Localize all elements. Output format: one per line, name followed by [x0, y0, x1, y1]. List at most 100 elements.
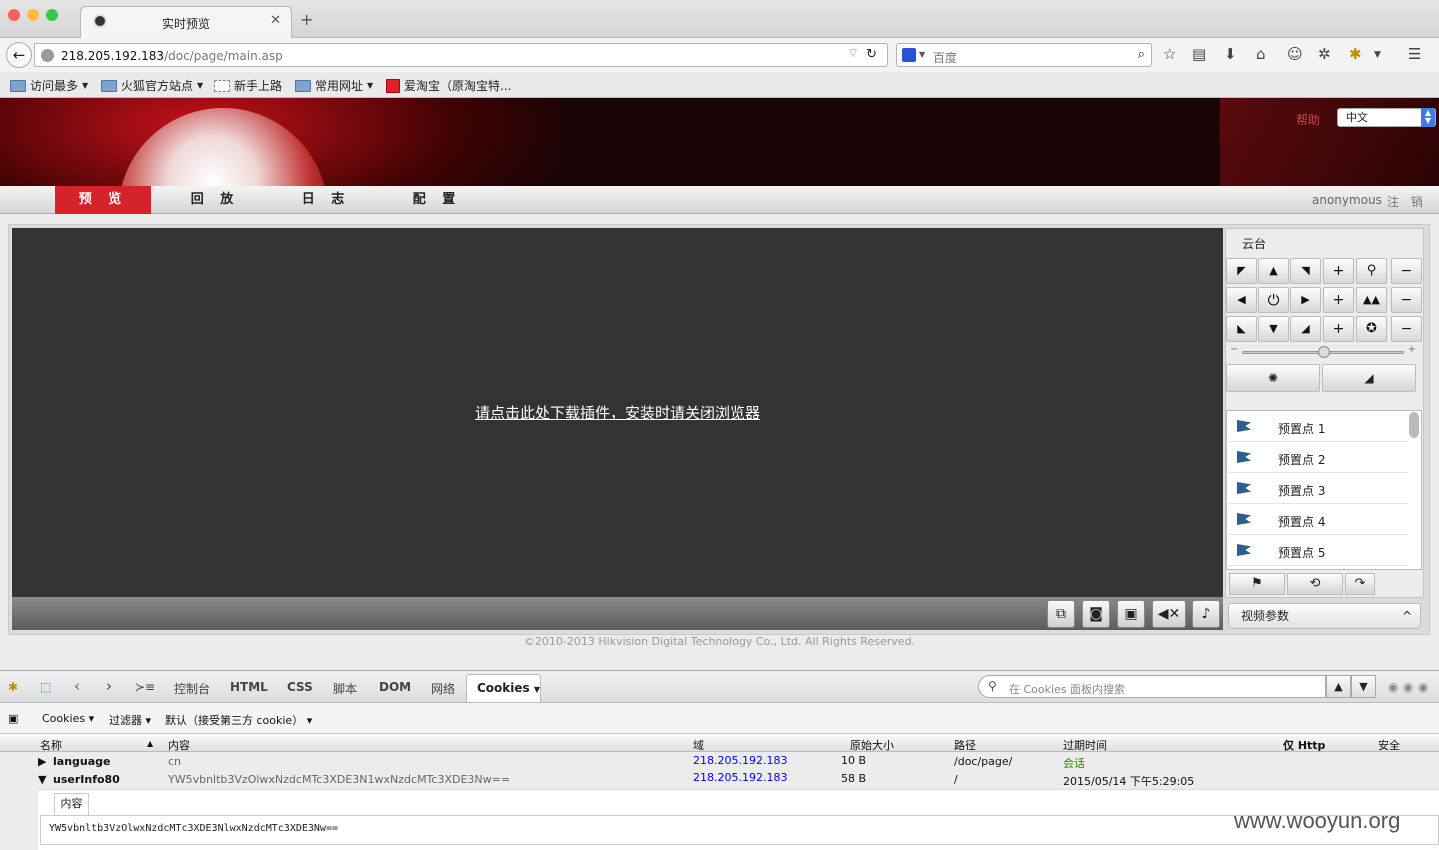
browser-tab[interactable]: 实时预览 ✕: [80, 6, 292, 39]
slider-knob[interactable]: [1318, 346, 1330, 358]
language-select[interactable]: 中文 ▲ ▼: [1337, 108, 1436, 127]
ptz-up-right-icon[interactable]: ◥: [1290, 258, 1321, 284]
download-icon[interactable]: ⬇: [1224, 45, 1237, 63]
preset-scrollbar[interactable]: [1409, 412, 1419, 438]
video-params-button[interactable]: 视频参数 ^: [1228, 603, 1421, 629]
window-split-icon[interactable]: ⧉: [1047, 600, 1075, 628]
expand-row-icon[interactable]: ▶: [38, 755, 46, 768]
inspect-icon[interactable]: ⬚: [40, 680, 51, 694]
zoom-window-button[interactable]: [46, 9, 58, 21]
cookies-menu[interactable]: Cookies ▾: [42, 712, 94, 725]
ptz-down-icon[interactable]: ▼: [1258, 316, 1289, 342]
cookie-tool-icon[interactable]: ▣: [8, 712, 18, 725]
tab-script[interactable]: 脚本: [333, 680, 357, 697]
tab-cookies[interactable]: Cookies ▼: [466, 674, 541, 702]
tab-pattern[interactable]: ↷: [1345, 573, 1375, 595]
search-next-icon[interactable]: ▼: [1351, 675, 1376, 698]
camera-snapshot-icon[interactable]: ◙: [1082, 600, 1110, 628]
bookmarks-list-icon[interactable]: ▤: [1192, 45, 1206, 63]
ptz-auto-icon[interactable]: ⏻: [1258, 287, 1289, 313]
close-window-button[interactable]: [8, 9, 20, 21]
back-arrow-icon[interactable]: ‹: [74, 677, 80, 695]
search-prev-icon[interactable]: ▲: [1326, 675, 1351, 698]
menu-config[interactable]: 配 置: [389, 186, 485, 214]
tab-console[interactable]: 控制台: [174, 680, 210, 697]
col-path[interactable]: 路径: [954, 737, 976, 753]
baidu-engine-icon[interactable]: [902, 48, 916, 62]
home-icon[interactable]: ⌂: [1256, 45, 1266, 63]
light-button[interactable]: ✺: [1226, 364, 1320, 392]
download-plugin-link[interactable]: 请点击此处下载插件，安装时请关闭浏览器: [12, 402, 1223, 423]
iris-in-icon[interactable]: +: [1323, 316, 1354, 342]
preset-item[interactable]: 预置点 2: [1228, 443, 1408, 473]
firebug-bug-icon[interactable]: ✱: [8, 680, 18, 694]
cookie-name[interactable]: userInfo80: [53, 773, 120, 786]
ptz-up-left-icon[interactable]: ◤: [1226, 258, 1257, 284]
filter-menu[interactable]: 过滤器 ▾: [109, 712, 151, 728]
ptz-down-right-icon[interactable]: ◢: [1290, 316, 1321, 342]
cookies-search-input[interactable]: ⚲ 在 Cookies 面板内搜索: [978, 675, 1326, 698]
chat-icon[interactable]: ☺: [1287, 45, 1303, 63]
ptz-down-left-icon[interactable]: ◣: [1226, 316, 1257, 342]
ptz-speed-slider[interactable]: − +: [1228, 344, 1418, 358]
mute-icon[interactable]: ◀✕: [1152, 600, 1186, 628]
ptz-left-icon[interactable]: ◀: [1226, 287, 1257, 313]
menu-preview[interactable]: 预 览: [55, 186, 151, 214]
url-bar[interactable]: 218.205.192.183/doc/page/main.asp ▽ ↻: [34, 43, 888, 67]
col-http-only[interactable]: 仅 Http: [1283, 737, 1325, 753]
zoom-out-icon[interactable]: −: [1391, 258, 1422, 284]
cookie-name[interactable]: language: [53, 755, 111, 768]
default-policy-menu[interactable]: 默认（接受第三方 cookie） ▾: [165, 712, 312, 728]
preset-item[interactable]: 预置点 5: [1228, 536, 1408, 566]
col-content[interactable]: 内容: [168, 737, 190, 753]
forward-arrow-icon[interactable]: ›: [106, 677, 112, 695]
close-panel-icon[interactable]: ◉: [1418, 680, 1428, 694]
help-link[interactable]: 帮助: [1296, 111, 1320, 128]
search-bar[interactable]: ▼ 百度 ⌕: [896, 43, 1152, 67]
bookmark-getting-started[interactable]: 新手上路: [214, 77, 282, 94]
engine-dropdown-icon[interactable]: ▼: [919, 50, 925, 59]
detach-panel-icon[interactable]: ◉: [1403, 680, 1413, 694]
menu-playback[interactable]: 回 放: [167, 186, 263, 214]
wiper-button[interactable]: ◢: [1322, 364, 1416, 392]
ptz-up-icon[interactable]: ▲: [1258, 258, 1289, 284]
bookmark-most-visited[interactable]: 访问最多 ▼: [10, 77, 88, 94]
reload-icon[interactable]: ↻: [866, 47, 877, 62]
minimize-panel-icon[interactable]: ◉: [1388, 680, 1398, 694]
focus-out-icon[interactable]: −: [1391, 287, 1422, 313]
record-icon[interactable]: ▣: [1117, 600, 1145, 628]
microphone-icon[interactable]: ♪: [1192, 600, 1220, 628]
minimize-window-button[interactable]: [27, 9, 39, 21]
collapse-row-icon[interactable]: ▼: [38, 773, 46, 786]
back-arrow-icon[interactable]: ←: [6, 42, 32, 68]
bookmark-aitaobao[interactable]: 爱淘宝（原淘宝特...: [386, 77, 511, 94]
tab-patrol[interactable]: ⟲: [1287, 573, 1343, 595]
tab-dom[interactable]: DOM: [379, 680, 411, 694]
col-raw-size[interactable]: 原始大小: [850, 737, 894, 753]
focus-in-icon[interactable]: +: [1323, 287, 1354, 313]
firebug-icon[interactable]: ✱: [1349, 45, 1362, 63]
menu-log[interactable]: 日 志: [278, 186, 374, 214]
tab-html[interactable]: HTML: [230, 680, 268, 694]
preset-item[interactable]: 预置点 4: [1228, 505, 1408, 535]
col-secure[interactable]: 安全: [1378, 737, 1400, 753]
bookmark-common-sites[interactable]: 常用网址 ▼: [295, 77, 373, 94]
detail-content-tab[interactable]: 内容: [54, 793, 89, 815]
new-tab-icon[interactable]: +: [300, 10, 313, 29]
addon-icon[interactable]: ✲: [1318, 45, 1331, 63]
close-tab-icon[interactable]: ✕: [270, 13, 281, 28]
bookmark-star-icon[interactable]: ☆: [1163, 45, 1176, 63]
ptz-right-icon[interactable]: ▶: [1290, 287, 1321, 313]
search-icon[interactable]: ⌕: [1138, 47, 1145, 62]
iris-out-icon[interactable]: −: [1391, 316, 1422, 342]
preset-item[interactable]: 预置点 3: [1228, 474, 1408, 504]
preset-item[interactable]: 预置点 1: [1228, 412, 1408, 442]
col-domain[interactable]: 域: [693, 737, 704, 753]
tab-preset[interactable]: ⚑: [1229, 573, 1285, 595]
menu-hamburger-icon[interactable]: ☰: [1408, 45, 1421, 63]
bookmark-firefox-site[interactable]: 火狐官方站点 ▼: [101, 77, 203, 94]
col-name[interactable]: 名称: [40, 737, 62, 753]
command-line-icon[interactable]: ≻≡: [135, 680, 155, 694]
zoom-in-icon[interactable]: +: [1323, 258, 1354, 284]
logout-link[interactable]: 注 销: [1387, 193, 1427, 210]
